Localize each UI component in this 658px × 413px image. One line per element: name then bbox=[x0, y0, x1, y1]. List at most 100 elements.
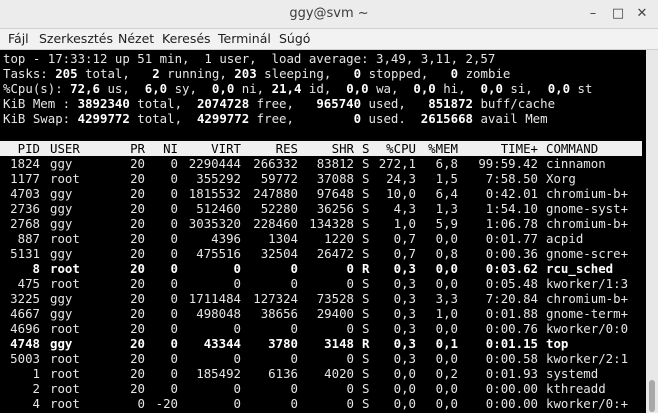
process-cell-s: S bbox=[362, 246, 370, 261]
column-header-row: PID USER PR NI VIRT RES SHR S %CPU %MEM TIME+ COMMA… bbox=[0, 141, 642, 156]
process-cell-pr: 20 bbox=[130, 186, 145, 201]
process-cell-mem: 3,3 bbox=[435, 291, 458, 306]
menu-terminal[interactable]: Terminál bbox=[218, 31, 271, 46]
process-cell-pid: 4667 bbox=[10, 306, 40, 321]
process-cell-cpu: 0,3 bbox=[393, 321, 416, 336]
process-cell-virt: 498048 bbox=[196, 306, 241, 321]
process-cell-time: 0:01.88 bbox=[485, 306, 538, 321]
process-cell-user: ggy bbox=[50, 291, 73, 306]
process-cell-time: 99:59.42 bbox=[478, 156, 538, 171]
mem-segment: free, bbox=[249, 96, 317, 111]
process-cell-pid: 3225 bbox=[10, 291, 40, 306]
tasks-segment: 205 bbox=[55, 66, 78, 81]
menu-file[interactable]: Fájl bbox=[8, 31, 29, 46]
tasks-segment: zombie bbox=[458, 66, 511, 81]
cpu-segment: 0,0 bbox=[211, 81, 235, 96]
process-cell-mem: 0,1 bbox=[435, 336, 458, 351]
process-cell-shr: 0 bbox=[346, 321, 354, 336]
scrollbar[interactable] bbox=[646, 50, 658, 413]
process-cell-pr: 20 bbox=[130, 171, 145, 186]
process-cell-ni: 0 bbox=[170, 381, 178, 396]
process-cell-s: S bbox=[362, 291, 370, 306]
process-cell-shr: 0 bbox=[346, 261, 354, 276]
process-cell-cpu: 4,3 bbox=[393, 201, 416, 216]
process-cell-res: 32504 bbox=[260, 246, 298, 261]
swap-segment: free, bbox=[249, 111, 354, 126]
process-cell-pr: 0 bbox=[137, 396, 145, 411]
process-cell-user: root bbox=[50, 396, 80, 411]
process-cell-user: root bbox=[50, 366, 80, 381]
cpu-segment: 72,6 bbox=[70, 81, 100, 96]
process-cell-virt: 475516 bbox=[196, 246, 241, 261]
process-cell-pid: 1 bbox=[32, 366, 40, 381]
process-cell-cpu: 0,0 bbox=[393, 366, 416, 381]
close-icon[interactable]: ✕ bbox=[633, 5, 651, 23]
process-cell-time: 0:00.58 bbox=[485, 351, 538, 366]
menu-search[interactable]: Keresés bbox=[162, 31, 211, 46]
title-bar[interactable]: ggy@svm ~ – □ ✕ bbox=[0, 0, 658, 29]
process-cell-user: ggy bbox=[50, 336, 73, 351]
process-row: 2768 ggy 20 0 3035320 228460 134328 S 1,0 5,9 1:06… bbox=[0, 216, 642, 231]
process-cell-mem: 0,0 bbox=[435, 276, 458, 291]
process-cell-user: root bbox=[50, 261, 80, 276]
process-row: 1824 ggy 20 0 2290444 266332 83812 S 272,1 6,8 99:… bbox=[0, 156, 642, 171]
mem-segment: used, bbox=[361, 96, 429, 111]
process-cell-s: S bbox=[362, 156, 370, 171]
process-cell-cpu: 0,0 bbox=[393, 396, 416, 411]
cpu-segment: sy, bbox=[167, 81, 212, 96]
mem-segment: 851872 bbox=[428, 96, 473, 111]
process-cell-res: 0 bbox=[290, 351, 298, 366]
menu-view[interactable]: Nézet bbox=[118, 31, 154, 46]
process-cell-res: 0 bbox=[290, 381, 298, 396]
cpu-segment: 6,0 bbox=[144, 81, 168, 96]
process-cell-shr: 97648 bbox=[316, 186, 354, 201]
process-cell-ni: 0 bbox=[170, 366, 178, 381]
process-cell-s: S bbox=[362, 186, 370, 201]
column-header-shr: SHR bbox=[331, 141, 354, 156]
process-cell-pr: 20 bbox=[130, 156, 145, 171]
minimize-icon[interactable]: – bbox=[584, 5, 602, 23]
swap-segment: 0 bbox=[353, 111, 362, 126]
process-cell-ni: 0 bbox=[170, 201, 178, 216]
process-cell-pid: 2768 bbox=[10, 216, 40, 231]
process-cell-shr: 73528 bbox=[316, 291, 354, 306]
process-cell-shr: 36256 bbox=[316, 201, 354, 216]
process-cell-virt: 1711484 bbox=[188, 291, 241, 306]
maximize-icon[interactable]: □ bbox=[609, 5, 627, 23]
process-cell-pr: 20 bbox=[130, 381, 145, 396]
cpu-segment: id, bbox=[301, 81, 347, 96]
process-cell-pid: 475 bbox=[17, 276, 40, 291]
process-cell-res: 247880 bbox=[253, 186, 298, 201]
process-cell-virt: 185492 bbox=[196, 366, 241, 381]
process-cell-ni: 0 bbox=[170, 156, 178, 171]
process-cell-mem: 6,4 bbox=[435, 186, 458, 201]
process-cell-cmd: gnome-scre+ bbox=[546, 246, 629, 261]
process-cell-res: 52280 bbox=[260, 201, 298, 216]
process-cell-user: ggy bbox=[50, 201, 73, 216]
process-cell-pid: 4 bbox=[32, 396, 40, 411]
cpu-segment: 0,0 bbox=[413, 81, 436, 96]
process-cell-mem: 0,0 bbox=[435, 396, 458, 411]
process-cell-time: 0:00.36 bbox=[485, 246, 538, 261]
process-cell-cmd: kthreadd bbox=[546, 381, 606, 396]
menu-edit[interactable]: Szerkesztés bbox=[39, 31, 113, 46]
scrollbar-thumb[interactable] bbox=[649, 380, 655, 412]
process-row: 475 root 20 0 0 0 0 S 0,3 0,0 0:05.48 kworker/1:3 bbox=[0, 276, 642, 291]
window-title: ggy@svm ~ bbox=[289, 6, 369, 21]
process-cell-user: ggy bbox=[50, 156, 73, 171]
process-cell-cpu: 0,3 bbox=[393, 351, 416, 366]
process-cell-mem: 0,0 bbox=[435, 351, 458, 366]
process-row: 2 root 20 0 0 0 0 S 0,0 0,0 0:00.00 kthreadd bbox=[0, 381, 642, 396]
cpu-segment: us, bbox=[99, 81, 145, 96]
process-cell-pr: 20 bbox=[130, 246, 145, 261]
menu-help[interactable]: Súgó bbox=[279, 31, 310, 46]
process-cell-time: 0:05.48 bbox=[485, 276, 538, 291]
mem-segment: 2074728 bbox=[196, 96, 250, 111]
terminal-output[interactable]: top - 17:33:12 up 51 min, 1 user, load a… bbox=[0, 50, 646, 413]
process-cell-user: ggy bbox=[50, 246, 73, 261]
process-cell-cpu: 0,3 bbox=[393, 261, 416, 276]
process-cell-ni: 0 bbox=[170, 171, 178, 186]
process-cell-pid: 2 bbox=[32, 381, 40, 396]
process-cell-ni: 0 bbox=[170, 261, 178, 276]
process-cell-cpu: 24,3 bbox=[386, 171, 416, 186]
